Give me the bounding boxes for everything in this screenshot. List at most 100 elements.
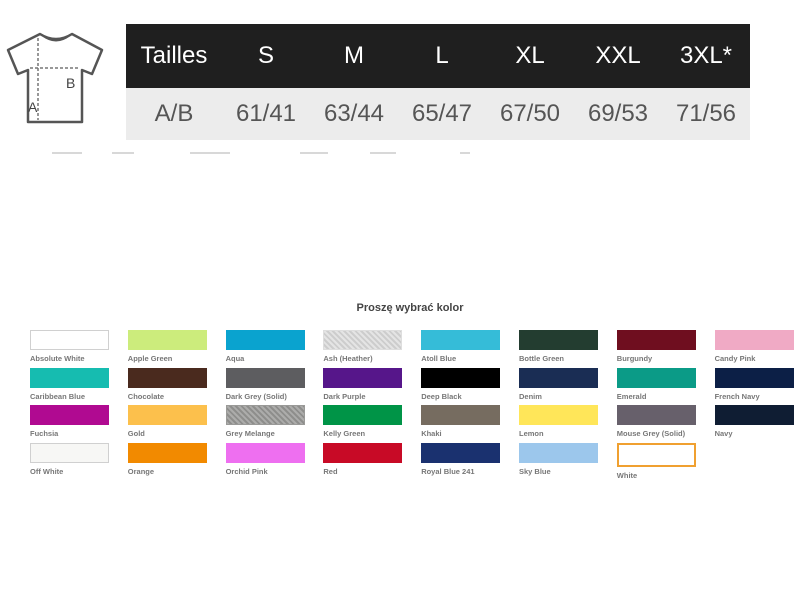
color-label: Dark Purple: [323, 391, 366, 401]
size-col-3xl: 3XL*: [662, 24, 750, 88]
color-picker-title: Proszę wybrać kolor: [356, 302, 464, 314]
size-header-row: Tailles S M L XL XXL 3XL*: [126, 24, 750, 88]
color-option-red[interactable]: Red: [323, 442, 403, 481]
color-option-lemon[interactable]: Lemon: [519, 405, 599, 443]
color-option-apple-green[interactable]: Apple Green: [127, 330, 208, 368]
color-label: Deep Black: [421, 391, 462, 401]
color-swatch[interactable]: [225, 442, 305, 463]
color-label: Sky Blue: [519, 466, 551, 476]
color-swatch[interactable]: [323, 330, 403, 350]
color-option-chocolate[interactable]: Chocolate: [127, 367, 208, 406]
color-swatch[interactable]: [30, 330, 109, 350]
color-option-aqua[interactable]: Aqua: [225, 330, 306, 368]
color-swatch[interactable]: [323, 405, 403, 425]
color-option-candy-pink[interactable]: Candy Pink: [714, 330, 795, 368]
color-option-deep-black[interactable]: Deep Black: [421, 367, 501, 406]
color-label: Ash (Heather): [323, 354, 373, 363]
color-label: Khaki: [421, 429, 442, 438]
color-option-absolute-white[interactable]: Absolute White: [30, 330, 110, 368]
color-option-grey-melange[interactable]: Grey Melange: [225, 405, 306, 443]
color-swatch[interactable]: [714, 330, 794, 350]
tshirt-outline: [6, 32, 104, 124]
color-option-french-navy[interactable]: French Navy: [714, 367, 795, 406]
size-col-l: L: [398, 24, 486, 88]
color-option-emerald[interactable]: Emerald: [616, 367, 697, 406]
color-swatch[interactable]: [323, 442, 403, 463]
color-swatch[interactable]: [225, 405, 305, 425]
color-label: Atoll Blue: [421, 354, 457, 363]
size-value-s: 61/41: [222, 88, 310, 140]
color-label: Orchid Pink: [225, 466, 268, 476]
size-value-xxl: 69/53: [574, 88, 662, 140]
color-option-kelly-green[interactable]: Kelly Green: [323, 405, 403, 443]
color-swatch[interactable]: [616, 330, 696, 350]
color-label: Burgundy: [616, 354, 653, 363]
clipped-text-line: [40, 150, 480, 156]
color-swatch[interactable]: [421, 405, 501, 425]
color-swatch[interactable]: [714, 367, 794, 388]
color-label: Aqua: [225, 354, 245, 363]
color-swatch[interactable]: [127, 405, 207, 425]
color-option-ash-heather[interactable]: Ash (Heather): [323, 330, 403, 368]
tshirt-size-diagram: A B: [6, 32, 104, 124]
color-label: Chocolate: [127, 391, 165, 401]
color-option-orange[interactable]: Orange: [127, 442, 208, 481]
color-option-caribbean-blue[interactable]: Caribbean Blue: [30, 367, 110, 406]
color-label: White: [616, 470, 638, 480]
color-option-fuchsia[interactable]: Fuchsia: [30, 405, 110, 443]
color-swatch[interactable]: [30, 405, 109, 425]
color-label: Mouse Grey (Solid): [616, 429, 686, 438]
color-swatch[interactable]: [225, 330, 305, 350]
size-value-l: 65/47: [398, 88, 486, 140]
color-swatch[interactable]: [421, 330, 501, 350]
color-option-mouse-grey-solid[interactable]: Mouse Grey (Solid): [616, 405, 697, 443]
color-swatch[interactable]: [616, 442, 696, 467]
color-option-burgundy[interactable]: Burgundy: [616, 330, 697, 368]
color-option-navy[interactable]: Navy: [714, 405, 795, 443]
color-swatch[interactable]: [30, 442, 109, 463]
color-option-khaki[interactable]: Khaki: [421, 405, 501, 443]
color-swatch[interactable]: [30, 367, 109, 388]
color-swatch[interactable]: [225, 367, 305, 388]
color-swatch[interactable]: [519, 330, 598, 350]
color-label: Royal Blue 241: [421, 466, 475, 476]
color-option-orchid-pink[interactable]: Orchid Pink: [225, 442, 306, 481]
color-swatch[interactable]: [714, 405, 794, 425]
size-values-row: A/B 61/41 63/44 65/47 67/50 69/53 71/56: [126, 88, 750, 140]
measure-label-b: B: [66, 75, 75, 91]
color-swatch[interactable]: [421, 367, 501, 388]
color-swatch[interactable]: [519, 405, 598, 425]
color-label: Kelly Green: [323, 429, 366, 438]
color-option-bottle-green[interactable]: Bottle Green: [519, 330, 599, 368]
color-option-atoll-blue[interactable]: Atoll Blue: [421, 330, 501, 368]
color-label: Lemon: [519, 429, 544, 438]
size-chart-table: Tailles S M L XL XXL 3XL* A/B 61/41 63/4…: [126, 24, 750, 140]
color-label: Off White: [30, 466, 64, 476]
size-header-label: Tailles: [126, 24, 222, 88]
size-value-xl: 67/50: [486, 88, 574, 140]
size-col-s: S: [222, 24, 310, 88]
color-swatch[interactable]: [616, 367, 696, 388]
color-option-gold[interactable]: Gold: [127, 405, 208, 443]
size-col-m: M: [310, 24, 398, 88]
color-swatch[interactable]: [519, 442, 598, 463]
color-option-denim[interactable]: Denim: [519, 367, 599, 406]
color-label: Bottle Green: [519, 354, 565, 363]
color-option-royal-blue-241[interactable]: Royal Blue 241: [421, 442, 501, 481]
color-option-off-white[interactable]: Off White: [30, 442, 110, 481]
color-label: Red: [323, 466, 338, 476]
color-option-sky-blue[interactable]: Sky Blue: [519, 442, 599, 481]
color-option-white[interactable]: White: [616, 442, 697, 481]
color-label: French Navy: [714, 391, 760, 401]
color-swatch[interactable]: [421, 442, 501, 463]
color-swatch[interactable]: [616, 405, 696, 425]
color-option-dark-grey-solid[interactable]: Dark Grey (Solid): [225, 367, 306, 406]
color-label: Dark Grey (Solid): [225, 391, 287, 401]
color-swatch[interactable]: [127, 442, 207, 463]
color-swatch[interactable]: [519, 367, 598, 388]
color-label: Fuchsia: [30, 429, 59, 438]
color-option-dark-purple[interactable]: Dark Purple: [323, 367, 403, 406]
color-swatch[interactable]: [127, 367, 207, 388]
color-swatch[interactable]: [323, 367, 403, 388]
color-swatch[interactable]: [127, 330, 207, 350]
